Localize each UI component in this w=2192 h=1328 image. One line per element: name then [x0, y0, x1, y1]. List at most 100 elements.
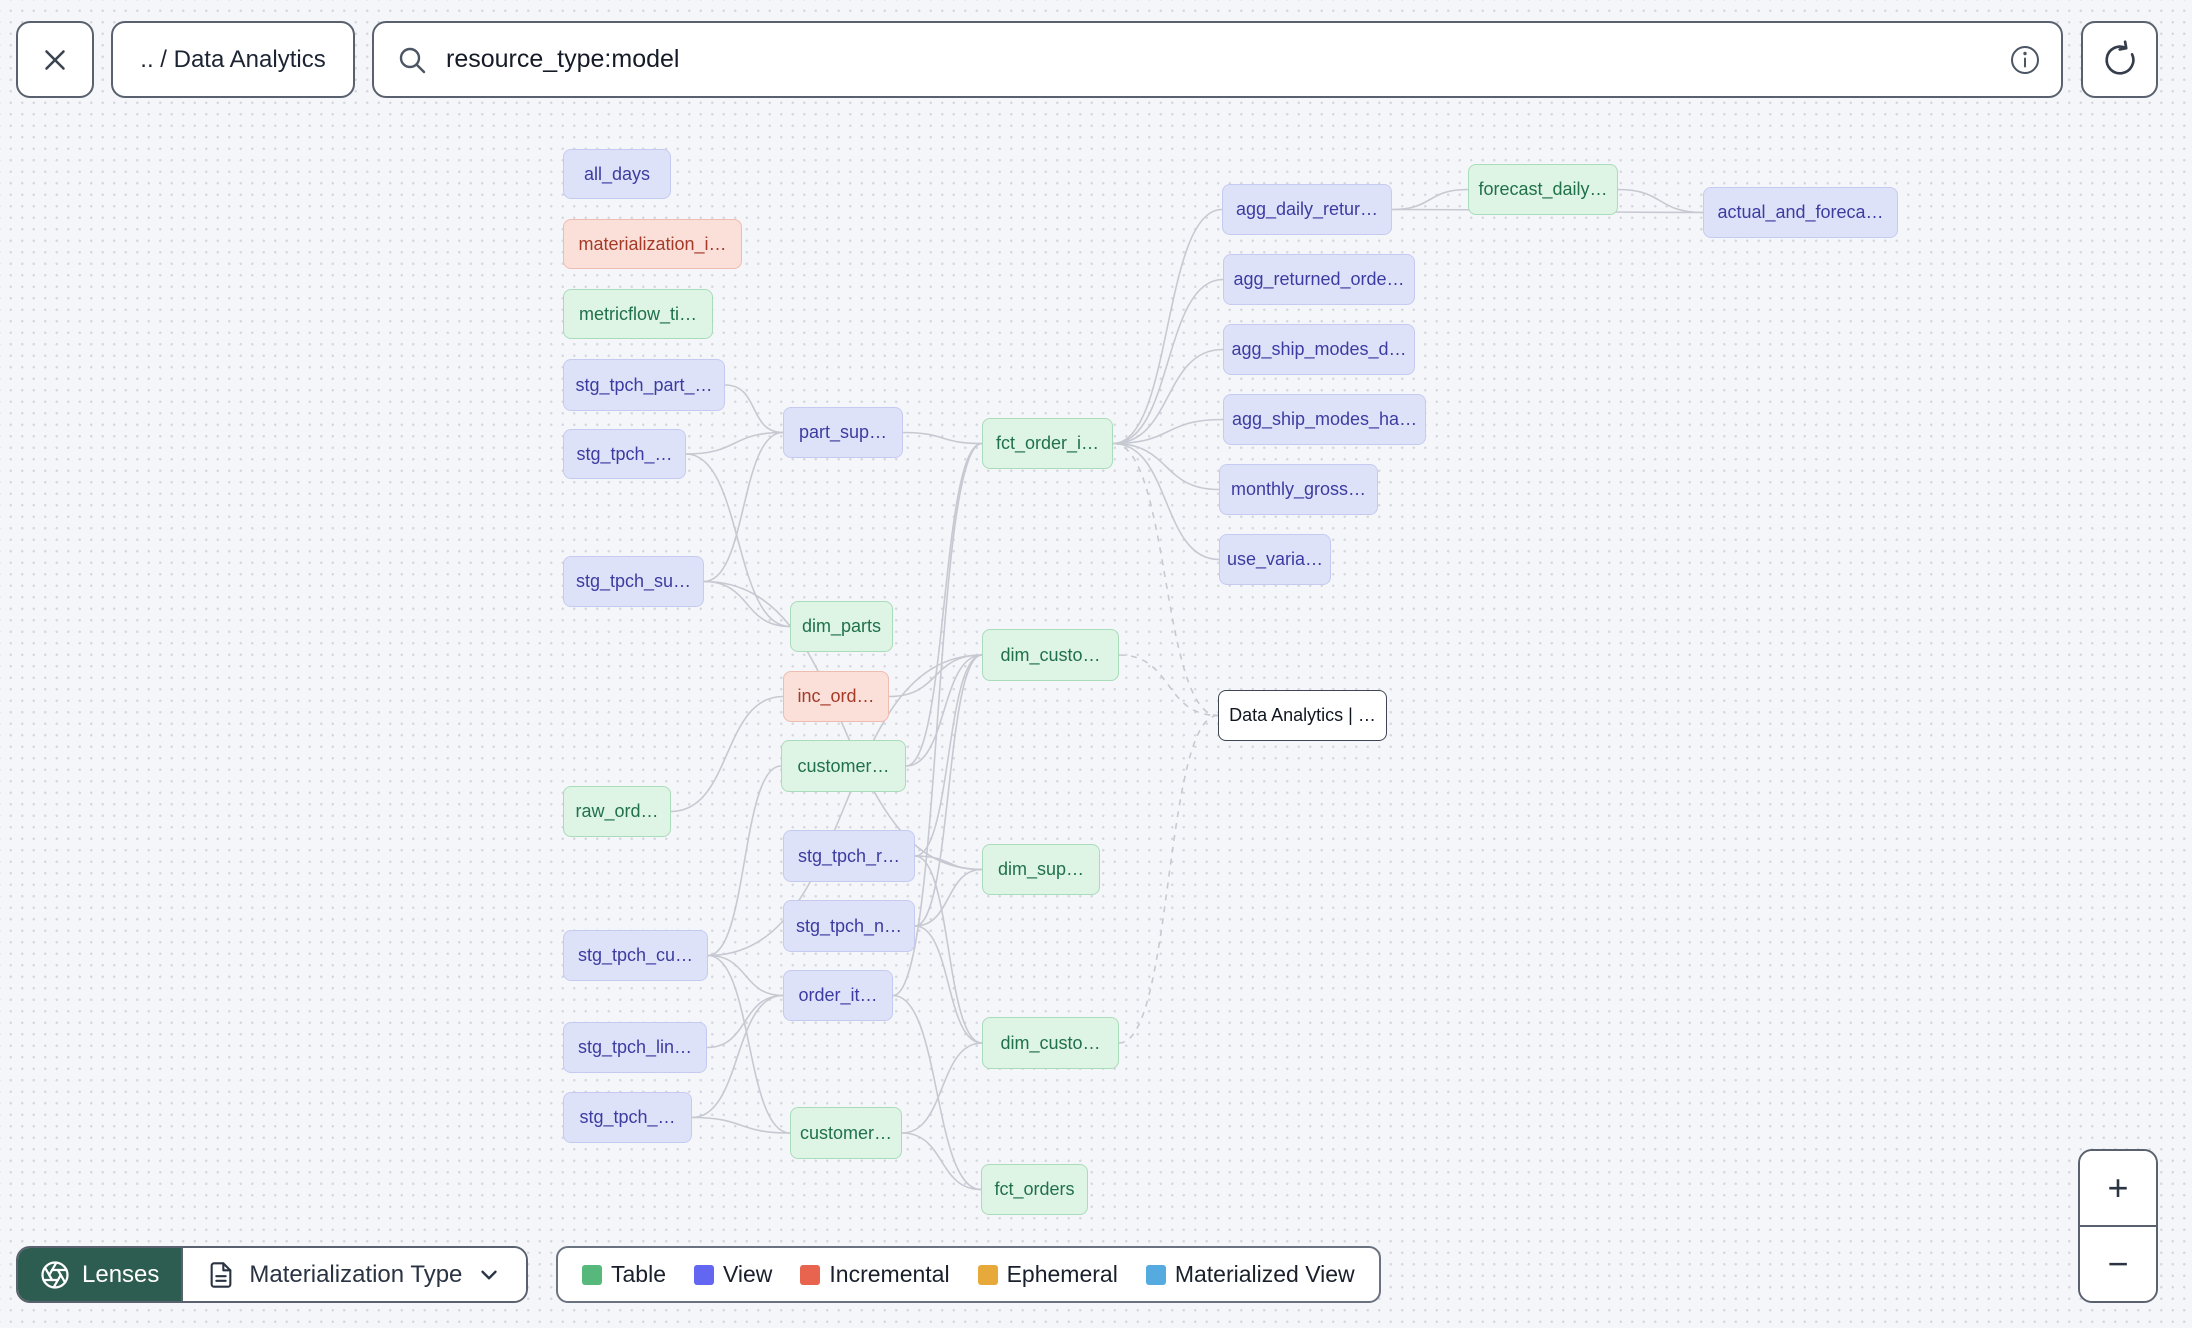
- refresh-icon: [2104, 39, 2135, 75]
- graph-node-label: stg_tpch_part_…: [575, 374, 713, 395]
- legend-swatch: [582, 1264, 602, 1285]
- legend-item-view: View: [693, 1261, 773, 1288]
- graph-node-customer_b[interactable]: customer…: [790, 1107, 902, 1159]
- graph-node-forecast_daily[interactable]: forecast_daily…: [1468, 164, 1618, 215]
- graph-node-monthly_gross[interactable]: monthly_gross…: [1219, 464, 1378, 515]
- graph-node-label: dim_custo…: [1000, 644, 1101, 665]
- lenses-button[interactable]: Lenses: [18, 1248, 182, 1301]
- graph-node-label: use_varia…: [1226, 549, 1324, 569]
- graph-node-label: forecast_daily…: [1478, 179, 1608, 199]
- close-icon: [45, 49, 65, 70]
- info-icon: [2011, 45, 2039, 74]
- breadcrumb[interactable]: .. / Data Analytics: [111, 21, 355, 98]
- close-button[interactable]: [16, 21, 94, 98]
- graph-edge-stg_tpch_su-to-dim_parts: [703, 580, 791, 628]
- graph-node-dim_parts[interactable]: dim_parts: [790, 601, 893, 652]
- graph-edge-fct_order_i-to-use_varia: [1112, 442, 1220, 561]
- graph-node-stg_tpch_a[interactable]: stg_tpch_…: [563, 429, 686, 479]
- graph-node-agg_ship_modes_ha[interactable]: agg_ship_modes_ha…: [1223, 394, 1426, 445]
- graph-edge-order_it-to-fct_orders: [892, 994, 982, 1191]
- graph-node-label: inc_ord…: [797, 686, 875, 706]
- legend-item-table: Table: [582, 1261, 666, 1288]
- graph-node-inc_ord[interactable]: inc_ord…: [783, 671, 889, 722]
- graph-node-agg_daily_retur[interactable]: agg_daily_retur…: [1222, 184, 1392, 235]
- legend-label: View: [722, 1261, 773, 1287]
- graph-node-customer_a[interactable]: customer…: [781, 740, 906, 792]
- legend-swatch: [693, 1264, 714, 1285]
- graph-node-label: fct_orders: [994, 1179, 1075, 1199]
- graph-node-all_days[interactable]: all_days: [563, 149, 671, 199]
- graph-edge-stg_tpch_lin-to-order_it: [706, 994, 784, 1049]
- graph-node-label: agg_ship_modes_ha…: [1231, 409, 1418, 429]
- graph-node-materialization_i[interactable]: materialization_i…: [563, 219, 742, 269]
- graph-node-label: agg_returned_orde…: [1233, 269, 1405, 289]
- graph-node-agg_ship_modes_d[interactable]: agg_ship_modes_d…: [1223, 324, 1415, 375]
- graph-node-raw_ord[interactable]: raw_ord…: [563, 786, 671, 837]
- graph-node-actual_and_foreca[interactable]: actual_and_foreca…: [1703, 187, 1898, 238]
- legend-swatch: [800, 1264, 821, 1285]
- graph-node-label: actual_and_foreca…: [1717, 202, 1884, 222]
- graph-edge-stg_tpch_a-to-part_sup: [685, 431, 784, 455]
- graph-edge-raw_ord-to-inc_ord: [670, 695, 784, 813]
- graph-edge-stg_tpch_n-to-dim_custo_b: [914, 925, 983, 1044]
- graph-node-exposure_da[interactable]: Data Analytics | …: [1218, 690, 1387, 741]
- search-info-button[interactable]: [2009, 23, 2041, 96]
- graph-node-label: agg_ship_modes_d…: [1231, 339, 1407, 359]
- graph-edge-stg_tpch_part-to-part_sup: [724, 384, 784, 434]
- graph-edge-part_sup-to-fct_order_i: [902, 431, 983, 445]
- graph-node-fct_orders[interactable]: fct_orders: [981, 1164, 1088, 1215]
- graph-edge-dim_custo_a-to-exposure_da: [1118, 654, 1219, 717]
- zoom-out-button[interactable]: −: [2080, 1227, 2156, 1301]
- graph-node-fct_order_i[interactable]: fct_order_i…: [982, 418, 1113, 469]
- legend-item-ephemeral: Ephemeral: [977, 1261, 1118, 1288]
- graph-node-label: monthly_gross…: [1230, 479, 1367, 499]
- graph-node-order_it[interactable]: order_it…: [783, 970, 893, 1021]
- graph-node-agg_returned_orde[interactable]: agg_returned_orde…: [1223, 254, 1415, 305]
- graph-node-label: stg_tpch_r…: [797, 845, 901, 866]
- graph-node-label: customer…: [799, 1122, 893, 1143]
- lineage-canvas[interactable]: all_days materialization_i… metricflow_ti……: [0, 0, 2192, 1328]
- graph-node-label: dim_parts: [801, 616, 882, 636]
- graph-edge-fct_order_i-to-agg_daily_retur: [1112, 208, 1223, 445]
- graph-edge-stg_tpch_r-to-dim_custo_b: [914, 855, 983, 1044]
- graph-node-label: stg_tpch_…: [579, 1107, 676, 1127]
- graph-node-label: part_sup…: [798, 422, 888, 442]
- graph-node-stg_tpch_su[interactable]: stg_tpch_su…: [563, 556, 704, 607]
- graph-node-stg_tpch_r[interactable]: stg_tpch_r…: [783, 830, 915, 882]
- legend-label: Ephemeral: [1006, 1261, 1118, 1287]
- graph-node-dim_sup[interactable]: dim_sup…: [982, 844, 1100, 895]
- materialization-legend: Table View Incremental Ephemeral Materialize…: [556, 1246, 1381, 1303]
- graph-node-stg_tpch_b[interactable]: stg_tpch_…: [563, 1092, 692, 1143]
- lenses-button-label: Lenses: [82, 1260, 160, 1288]
- graph-edge-stg_tpch_cu-to-customer_a: [707, 765, 782, 957]
- breadcrumb-label: .. / Data Analytics: [140, 45, 326, 73]
- graph-node-dim_custo_a[interactable]: dim_custo…: [982, 629, 1119, 681]
- graph-node-stg_tpch_part[interactable]: stg_tpch_part_…: [563, 359, 725, 411]
- lens-select-dropdown[interactable]: Materialization Type: [181, 1248, 527, 1301]
- legend-swatch: [977, 1264, 998, 1285]
- graph-node-stg_tpch_n[interactable]: stg_tpch_n…: [783, 900, 915, 952]
- graph-edge-agg_daily_retur-to-forecast_daily: [1391, 188, 1469, 211]
- lenses-group: Lenses Materialization Type: [16, 1246, 529, 1303]
- search-input[interactable]: [444, 44, 2039, 75]
- legend-swatch: [1145, 1264, 1166, 1285]
- graph-node-metricflow_ti[interactable]: metricflow_ti…: [563, 289, 713, 339]
- zoom-in-button[interactable]: +: [2080, 1151, 2156, 1227]
- graph-node-label: materialization_i…: [578, 233, 727, 254]
- graph-node-part_sup[interactable]: part_sup…: [783, 407, 903, 458]
- search-icon: [399, 47, 426, 73]
- chevron-down-icon: [481, 1270, 498, 1279]
- zoom-controls: + −: [2078, 1149, 2158, 1303]
- graph-node-use_varia[interactable]: use_varia…: [1219, 534, 1331, 585]
- graph-node-label: stg_tpch_su…: [575, 571, 692, 591]
- graph-node-stg_tpch_cu[interactable]: stg_tpch_cu…: [563, 930, 708, 981]
- graph-node-label: Data Analytics | …: [1229, 705, 1376, 725]
- graph-edge-stg_tpch_cu-to-order_it: [707, 954, 784, 997]
- graph-edge-stg_tpch_cu-to-customer_b: [707, 954, 791, 1134]
- graph-edge-customer_a-to-dim_custo_a: [905, 654, 983, 767]
- graph-edge-fct_order_i-to-agg_returned_orde: [1112, 278, 1224, 445]
- graph-node-stg_tpch_lin[interactable]: stg_tpch_lin…: [563, 1022, 707, 1073]
- refresh-button[interactable]: [2081, 21, 2158, 98]
- graph-node-dim_custo_b[interactable]: dim_custo…: [982, 1017, 1119, 1069]
- graph-node-label: stg_tpch_cu…: [577, 945, 694, 965]
